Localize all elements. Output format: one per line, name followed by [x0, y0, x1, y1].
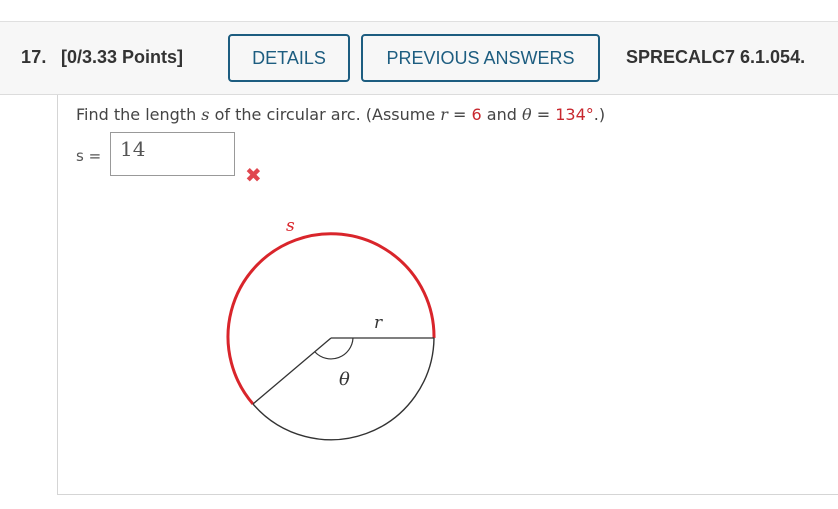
r-value: 6	[471, 105, 482, 124]
question-text: Find the length s of the circular arc. (…	[76, 105, 606, 124]
answer-input[interactable]: 14	[110, 132, 235, 176]
question-points: [0/3.33 Points]	[61, 47, 184, 67]
r-variable: r	[440, 105, 448, 124]
s-variable: s	[201, 105, 210, 124]
question-source: SPRECALC7 6.1.054.	[626, 47, 806, 67]
arc-figure: s r θ	[226, 216, 436, 441]
angle-label-theta: θ	[339, 369, 350, 390]
angle-marker	[314, 337, 354, 360]
radius-line-2	[252, 337, 332, 405]
theta-value: 134°	[555, 105, 594, 124]
previous-answers-button[interactable]: PREVIOUS ANSWERS	[361, 34, 600, 82]
details-button[interactable]: DETAILS	[228, 34, 350, 82]
x-mark-icon: ✖	[245, 163, 262, 187]
arc-label-s: s	[286, 216, 295, 236]
red-arc-s	[226, 232, 436, 405]
question-header: 17. [0/3.33 Points] DETAILS PREVIOUS ANS…	[0, 21, 838, 95]
question-number: 17.	[21, 47, 47, 67]
answer-label: s =	[76, 147, 102, 165]
radius-label-r: r	[374, 313, 383, 333]
theta-variable: θ	[522, 105, 532, 124]
